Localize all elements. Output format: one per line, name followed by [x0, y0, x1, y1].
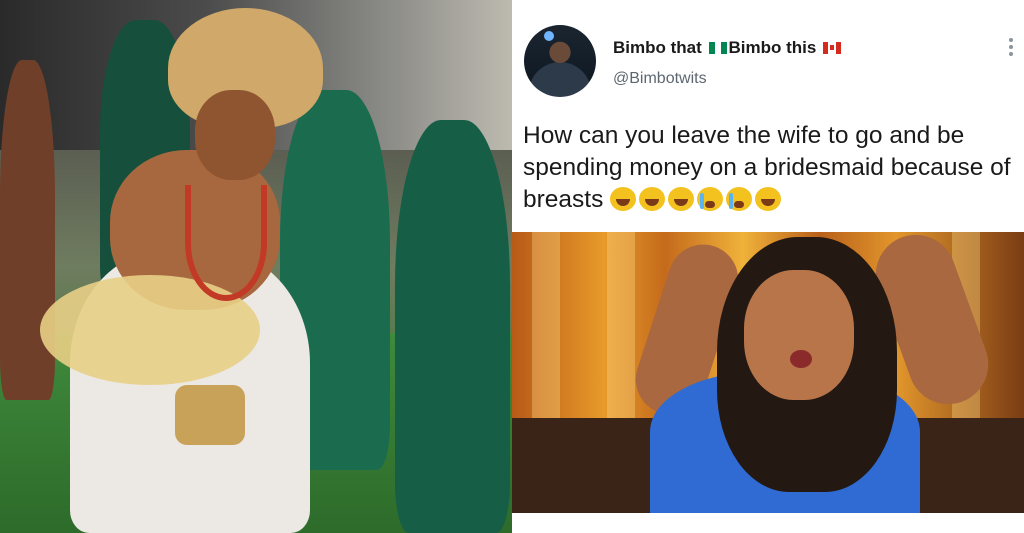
bridesmaid-figure [395, 120, 510, 533]
woman-mouth [790, 350, 812, 368]
display-name-part2: Bimbo this [728, 38, 817, 57]
wedding-photo [0, 0, 512, 533]
avatar-light [544, 31, 554, 41]
display-name-part1: Bimbo that [613, 38, 702, 57]
loudly-crying-face-icon [697, 187, 724, 211]
nigeria-flag-icon [708, 42, 727, 54]
loudly-crying-face-icon [726, 187, 753, 211]
bottom-margin [512, 513, 1024, 533]
avatar[interactable] [524, 25, 596, 97]
bride-purse [175, 385, 245, 445]
face-with-tears-of-joy-icon [668, 187, 695, 211]
face-with-tears-of-joy-icon [755, 187, 782, 211]
reaction-photo [512, 232, 1024, 513]
bride-face [195, 90, 275, 180]
user-handle[interactable]: @Bimbotwits [613, 70, 707, 88]
face-with-tears-of-joy-icon [610, 187, 637, 211]
woman-face [744, 270, 854, 400]
bride-beads [185, 185, 267, 301]
canada-flag-icon [823, 42, 842, 54]
display-name[interactable]: Bimbo that Bimbo this [613, 38, 843, 58]
face-with-tears-of-joy-icon [639, 187, 666, 211]
tweet-text: How can you leave the wife to go and be … [523, 120, 1018, 216]
tweet-card: Bimbo that Bimbo this @Bimbotwits How ca… [512, 0, 1024, 230]
more-options-icon[interactable] [1009, 38, 1015, 58]
